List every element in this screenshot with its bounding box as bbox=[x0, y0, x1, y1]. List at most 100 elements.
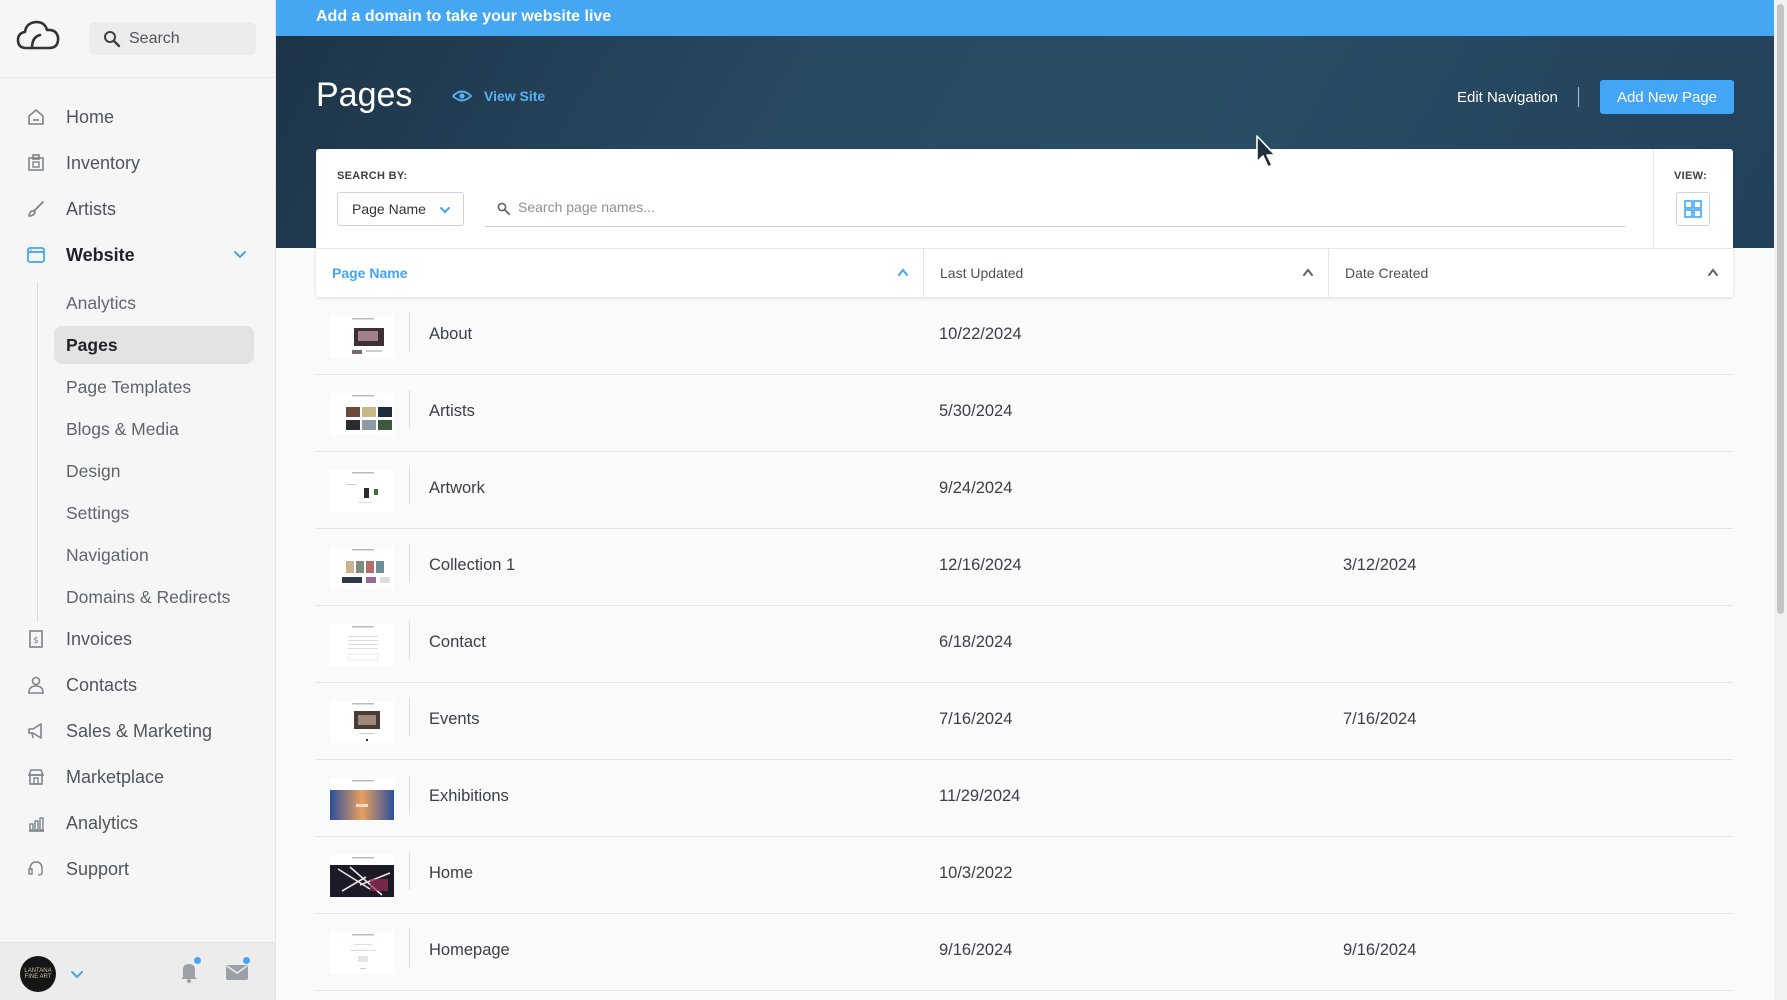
megaphone-icon bbox=[28, 723, 42, 739]
search-by-label: SEARCH BY: bbox=[337, 170, 408, 182]
grid-view-button[interactable] bbox=[1676, 192, 1710, 226]
grid-icon bbox=[1684, 200, 1702, 218]
column-label: Date Created bbox=[1345, 265, 1429, 281]
cloud-logo-icon[interactable] bbox=[16, 18, 60, 54]
submenu-item-pages[interactable]: Pages bbox=[54, 326, 254, 364]
domain-banner[interactable]: Add a domain to take your website live bbox=[276, 0, 1774, 36]
avatar[interactable]: LANTANA FINE ART bbox=[20, 956, 56, 992]
table-row[interactable]: Artwork 9/24/2024 bbox=[316, 452, 1733, 529]
page-thumbnail bbox=[330, 470, 394, 512]
sidebar-item-label: Sales & Marketing bbox=[66, 720, 213, 741]
submenu-item-analytics[interactable]: Analytics bbox=[0, 282, 275, 324]
last-updated: 11/29/2024 bbox=[939, 787, 1021, 805]
sidebar-item-support[interactable]: Support bbox=[0, 846, 275, 892]
page-thumbnail bbox=[330, 701, 394, 743]
submenu-item-settings[interactable]: Settings bbox=[0, 492, 275, 534]
sidebar-item-inventory[interactable]: Inventory bbox=[0, 140, 275, 186]
page-search-field[interactable] bbox=[485, 187, 1625, 227]
sidebar-item-sales-marketing[interactable]: Sales & Marketing bbox=[0, 708, 275, 754]
last-updated: 6/18/2024 bbox=[939, 633, 1013, 651]
page-search-input[interactable] bbox=[518, 198, 1518, 215]
scrollbar-thumb[interactable] bbox=[1777, 4, 1784, 614]
invoice-icon: $ bbox=[29, 630, 43, 648]
thumbnail-divider bbox=[409, 313, 410, 351]
submenu-item-design[interactable]: Design bbox=[0, 450, 275, 492]
mouse-cursor-icon bbox=[1256, 135, 1276, 168]
sidebar-item-label: Artists bbox=[66, 198, 117, 219]
submenu-item-navigation[interactable]: Navigation bbox=[0, 534, 275, 576]
sidebar-item-analytics[interactable]: Analytics bbox=[0, 800, 275, 846]
page-thumbnail bbox=[330, 316, 394, 358]
search-icon bbox=[104, 30, 121, 47]
sidebar-item-label: Inventory bbox=[66, 152, 141, 173]
chevron-down-icon[interactable] bbox=[70, 967, 84, 981]
sidebar-header: Search bbox=[0, 0, 275, 78]
sidebar-item-label: Invoices bbox=[66, 628, 133, 649]
sidebar-search[interactable]: Search bbox=[89, 22, 256, 55]
page-scrollbar[interactable] bbox=[1774, 0, 1787, 1000]
edit-navigation-link[interactable]: Edit Navigation bbox=[1457, 89, 1558, 106]
view-site-label: View Site bbox=[484, 88, 546, 104]
table-header: Page Name Last Updated Date Created bbox=[316, 248, 1733, 297]
table-row[interactable]: Home 10/3/2022 bbox=[316, 837, 1733, 914]
chevron-up-icon bbox=[1303, 268, 1313, 276]
sidebar-nav-lower: $ Invoices Contacts Sales & Marketing Ma… bbox=[0, 616, 275, 892]
page-name: Collection 1 bbox=[429, 556, 516, 574]
filter-card: SEARCH BY: Page Name VIEW: Page Name Las… bbox=[316, 149, 1733, 297]
thumbnail-divider bbox=[409, 775, 410, 813]
page-name: Events bbox=[429, 710, 480, 728]
submenu-item-page-templates[interactable]: Page Templates bbox=[0, 366, 275, 408]
submenu-item-blogs-media[interactable]: Blogs & Media bbox=[0, 408, 275, 450]
table-row[interactable]: Contact 6/18/2024 bbox=[316, 606, 1733, 683]
thumbnail-divider bbox=[409, 698, 410, 736]
chevron-up-icon bbox=[898, 268, 908, 276]
page-name: Contact bbox=[429, 633, 486, 651]
sidebar-search-label: Search bbox=[129, 29, 180, 47]
sidebar-item-home[interactable]: Home bbox=[0, 94, 275, 140]
website-icon bbox=[27, 247, 45, 263]
column-header-last-updated[interactable]: Last Updated bbox=[924, 249, 1329, 297]
submenu-item-domains-redirects[interactable]: Domains & Redirects bbox=[0, 576, 275, 618]
search-by-select[interactable]: Page Name bbox=[337, 192, 464, 226]
sidebar-item-invoices[interactable]: $ Invoices bbox=[0, 616, 275, 662]
table-row[interactable]: Events 7/16/2024 7/16/2024 bbox=[316, 683, 1733, 760]
table-row[interactable]: Exhibitions 11/29/2024 bbox=[316, 760, 1733, 837]
sidebar-item-label: Marketplace bbox=[66, 766, 165, 787]
date-created: 9/16/2024 bbox=[1343, 941, 1417, 959]
table-row[interactable]: Collection 1 12/16/2024 3/12/2024 bbox=[316, 529, 1733, 606]
view-site-link[interactable]: View Site bbox=[452, 88, 545, 104]
thumbnail-divider bbox=[409, 852, 410, 890]
sidebar-item-artists[interactable]: Artists bbox=[0, 186, 275, 232]
table-row[interactable]: Homepage 9/16/2024 9/16/2024 bbox=[316, 914, 1733, 991]
page-title: Pages bbox=[316, 76, 413, 114]
sidebar-nav: Home Inventory Artists Website bbox=[0, 94, 275, 278]
page-thumbnail bbox=[330, 624, 394, 666]
sidebar-item-marketplace[interactable]: Marketplace bbox=[0, 754, 275, 800]
column-label: Page Name bbox=[332, 265, 408, 281]
column-header-date-created[interactable]: Date Created bbox=[1329, 249, 1733, 297]
chart-icon bbox=[29, 817, 44, 832]
page-name: About bbox=[429, 325, 473, 343]
page-thumbnail bbox=[330, 855, 394, 897]
search-icon bbox=[497, 202, 510, 215]
thumbnail-divider bbox=[409, 390, 410, 428]
sidebar-item-website[interactable]: Website bbox=[0, 232, 275, 278]
page-name: Artists bbox=[429, 402, 475, 420]
last-updated: 7/16/2024 bbox=[939, 710, 1013, 728]
sidebar-item-contacts[interactable]: Contacts bbox=[0, 662, 275, 708]
column-header-page-name[interactable]: Page Name bbox=[316, 249, 924, 297]
add-new-page-button[interactable]: Add New Page bbox=[1600, 80, 1734, 114]
last-updated: 9/24/2024 bbox=[939, 479, 1013, 497]
table-row[interactable]: Artists 5/30/2024 bbox=[316, 375, 1733, 452]
page-thumbnail bbox=[330, 547, 394, 589]
home-icon bbox=[28, 108, 44, 125]
last-updated: 12/16/2024 bbox=[939, 556, 1022, 574]
submenu-line bbox=[37, 282, 38, 622]
header-divider bbox=[1578, 87, 1579, 107]
chevron-down-icon[interactable] bbox=[233, 247, 247, 261]
pages-table-body: About 10/22/2024 Artists 5/30/2024 Artwo… bbox=[316, 298, 1733, 991]
sidebar-item-label: Home bbox=[66, 106, 115, 127]
page-name: Artwork bbox=[429, 479, 485, 497]
table-row[interactable]: About 10/22/2024 bbox=[316, 298, 1733, 375]
mail-icon[interactable] bbox=[225, 962, 249, 982]
